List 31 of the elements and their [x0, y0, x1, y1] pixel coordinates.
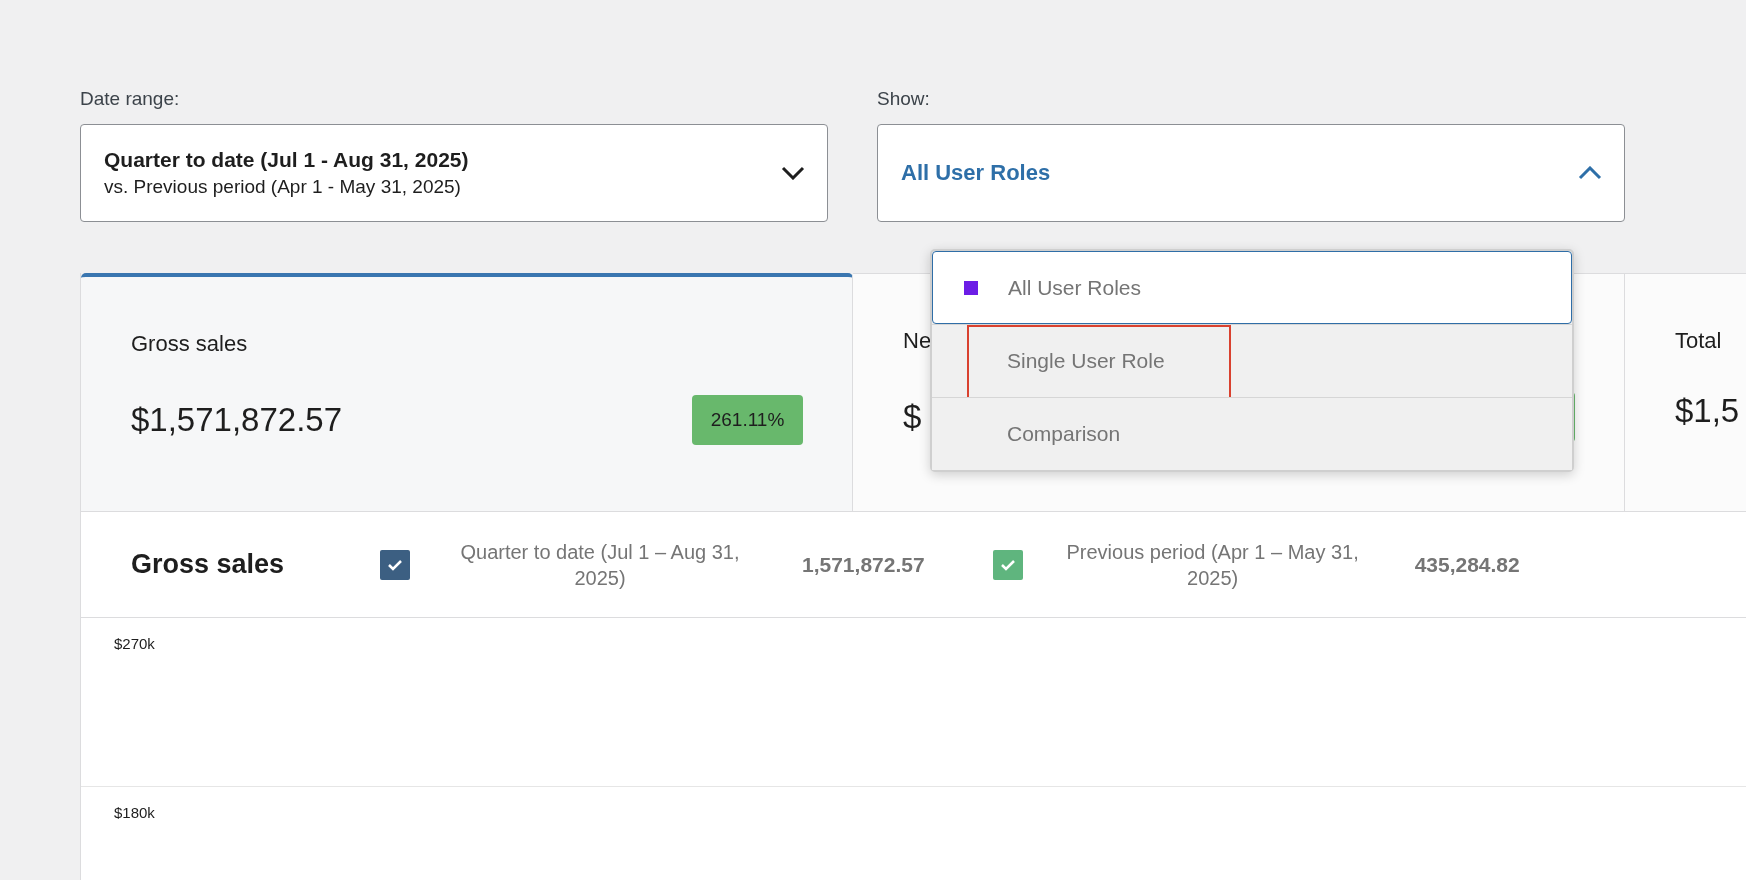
chevron-up-icon: [1578, 166, 1602, 180]
card-title: Ne: [903, 328, 932, 354]
filter-label: Date range:: [80, 88, 180, 110]
menu-option[interactable]: Comparison: [932, 397, 1572, 470]
chevron-down-icon: [781, 166, 805, 180]
series-total: 435,284.82: [1414, 552, 1520, 577]
series-label: Previous period (Apr 1 – May 31, 2025): [1065, 539, 1360, 591]
summary-card[interactable]: Total $1,5: [1625, 273, 1746, 511]
card-value: $1,571,872.57: [131, 401, 343, 439]
checkmark-icon: [999, 558, 1016, 571]
menu-option[interactable]: All User Roles: [932, 251, 1572, 324]
change-badge: 261.11%: [692, 395, 803, 445]
y-axis-label: $180k: [114, 804, 155, 821]
y-axis-label: $270k: [114, 635, 155, 652]
card-value: $: [903, 398, 922, 436]
menu-option[interactable]: Single User Role: [932, 324, 1572, 397]
card-title: Total: [1675, 328, 1722, 354]
card-title: Gross sales: [131, 331, 248, 357]
show-dropdown[interactable]: All User Roles: [877, 124, 1625, 222]
comparison-range: vs. Previous period (Apr 1 - May 31, 2025): [104, 176, 462, 198]
series-total: 1,571,872.57: [802, 552, 925, 577]
series-label: Quarter to date (Jul 1 – Aug 31, 2025): [459, 539, 741, 591]
summary-card[interactable]: Gross sales $1,571,872.57 261.11%: [81, 273, 853, 511]
series-checkbox[interactable]: [380, 549, 410, 580]
date-range-dropdown[interactable]: Quarter to date (Jul 1 - Aug 31, 2025) vs. Previous period (Apr 1 - May 31, 2025): [80, 124, 828, 222]
filter-label: Show:: [877, 88, 930, 110]
chart-title: Gross sales: [131, 549, 286, 580]
series-checkbox[interactable]: [992, 549, 1023, 580]
date-range-title: Quarter to date (Jul 1 - Aug 31, 2025): [104, 148, 469, 172]
checkmark-icon: [387, 558, 403, 571]
card-value: $1,5: [1675, 392, 1740, 430]
